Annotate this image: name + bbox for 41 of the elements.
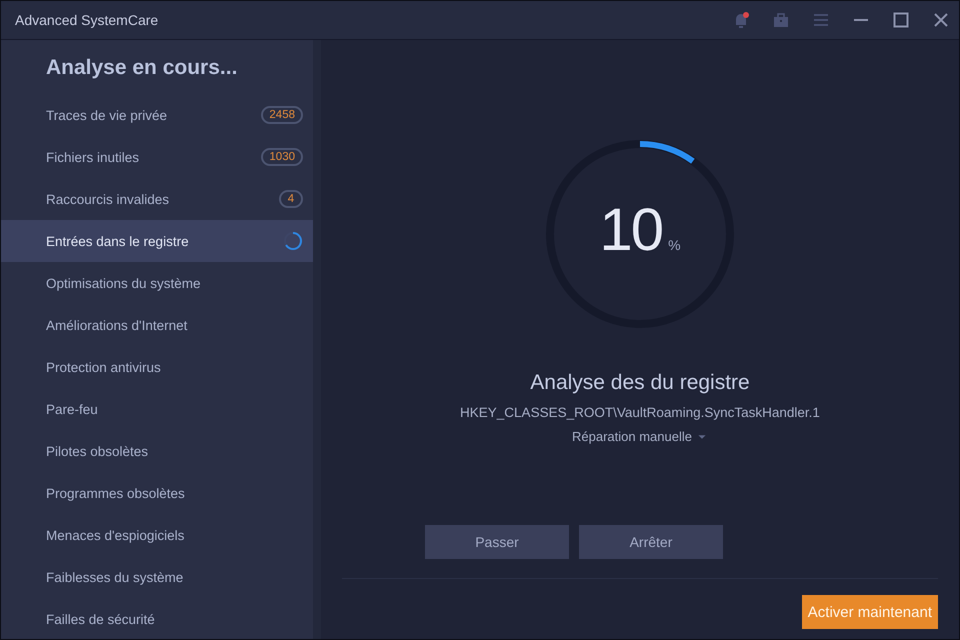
- count-badge: 1030: [261, 148, 303, 166]
- sidebar-item[interactable]: Améliorations d'Internet: [1, 304, 313, 346]
- count-badge: 2458: [261, 106, 303, 124]
- item-label: Optimisations du système: [46, 276, 201, 290]
- action-button[interactable]: Passer: [425, 525, 569, 559]
- registry-path: HKEY_CLASSES_ROOT\VaultRoaming.SyncTaskHandler.1: [460, 405, 820, 420]
- sidebar-item[interactable]: Protection antivirus: [1, 346, 313, 388]
- scrollbar[interactable]: [313, 40, 321, 639]
- action-button[interactable]: Arrêter: [579, 525, 723, 559]
- repair-mode-dropdown[interactable]: Réparation manuelle: [572, 429, 708, 444]
- item-label: Programmes obsolètes: [46, 486, 185, 500]
- briefcase-icon[interactable]: [771, 10, 791, 30]
- sidebar-item[interactable]: Pilotes obsolètes: [1, 430, 313, 472]
- sidebar-item[interactable]: Fichiers inutiles 1030: [1, 136, 313, 178]
- maximize-icon[interactable]: [891, 10, 911, 30]
- item-label: Faiblesses du système: [46, 570, 184, 584]
- scan-heading: Analyse en cours...: [45, 55, 238, 81]
- sidebar-item[interactable]: Faiblesses du système: [1, 556, 313, 598]
- scan-title: Analyse des du registre: [530, 371, 750, 395]
- item-label: Failles de sécurité: [46, 612, 155, 626]
- sidebar-item[interactable]: Raccourcis invalides 4: [1, 178, 313, 220]
- item-label: Menaces d'espiogiciels: [46, 528, 184, 542]
- sidebar-item[interactable]: Menaces d'espiogiciels: [1, 514, 313, 556]
- item-label: Fichiers inutiles: [46, 150, 140, 164]
- sidebar-item[interactable]: Pare-feu: [1, 388, 313, 430]
- item-label: Pare-feu: [46, 402, 98, 416]
- item-label: Raccourcis invalides: [46, 192, 170, 206]
- percent-value: 10: [599, 198, 662, 262]
- item-label: Protection antivirus: [46, 360, 161, 374]
- percent-unit: %: [668, 237, 681, 253]
- count-badge: 4: [279, 190, 303, 208]
- sidebar-item[interactable]: Programmes obsolètes: [1, 472, 313, 514]
- item-label: Traces de vie privée: [46, 108, 168, 122]
- item-label: Entrées dans le registre: [46, 234, 189, 248]
- window-title: Advanced SystemCare: [15, 12, 158, 28]
- item-label: Améliorations d'Internet: [46, 318, 188, 332]
- sidebar-item[interactable]: Entrées dans le registre: [1, 220, 313, 262]
- sidebar-item[interactable]: Optimisations du système: [1, 262, 313, 304]
- sidebar-item[interactable]: Failles de sécurité: [1, 598, 313, 639]
- item-label: Pilotes obsolètes: [46, 444, 148, 458]
- sidebar-item[interactable]: Traces de vie privée 2458: [1, 94, 313, 136]
